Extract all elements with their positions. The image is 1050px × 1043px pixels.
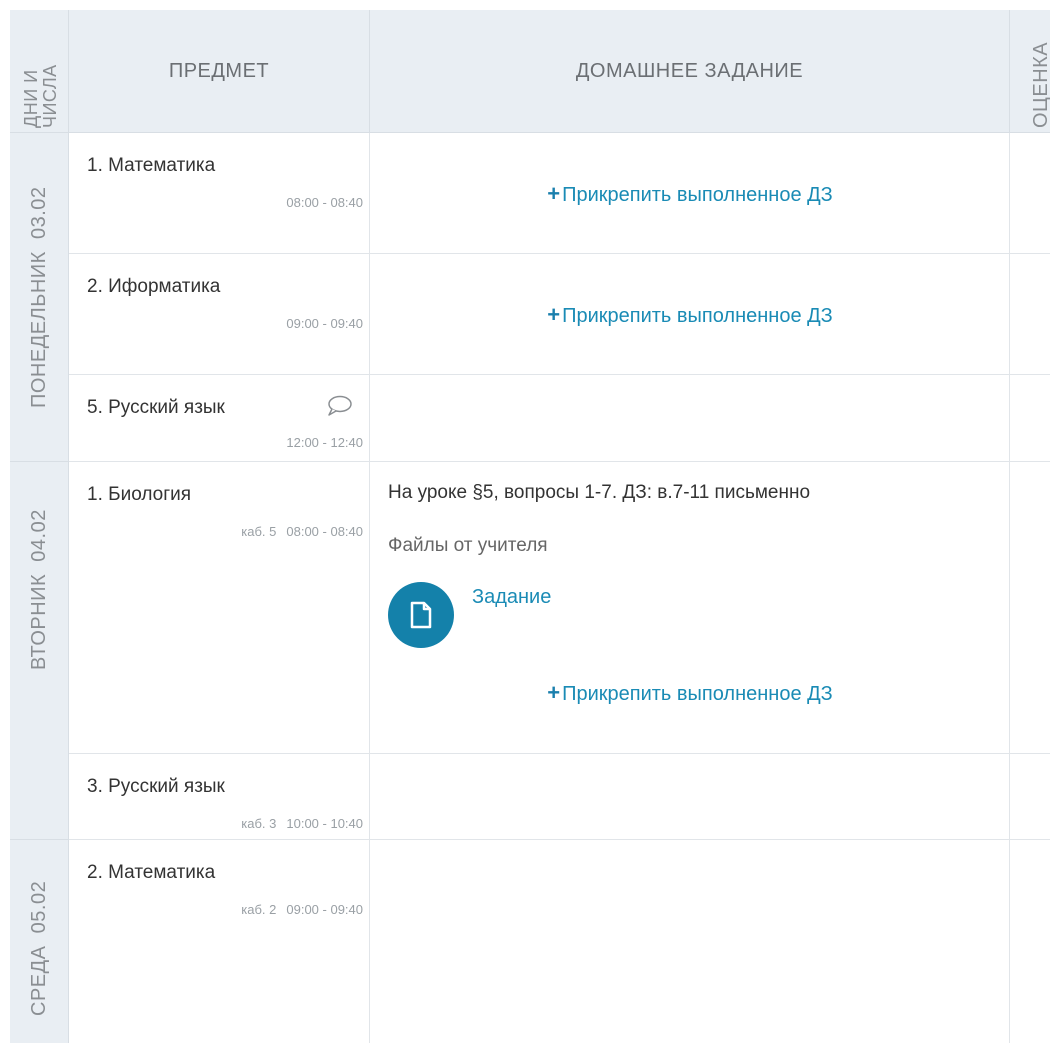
subject-cell: 5. Русский язык 12:00 - 12:40 (69, 375, 370, 461)
mark-cell (1010, 754, 1050, 839)
lesson-row: 1. Биология каб. 5 08:00 - 08:40 На уроке… (69, 462, 1050, 754)
day-wednesday: СРЕДА 05.02 (10, 840, 69, 1043)
subject-name: 3. Русский язык (87, 776, 225, 797)
header-days-cell: ДНИ И ЧИСЛА (10, 10, 69, 133)
lesson-room: каб. 5 (241, 524, 277, 539)
comment-icon[interactable] (326, 395, 352, 417)
attach-homework-link[interactable]: + Прикрепить выполненное ДЗ (370, 680, 1010, 706)
subject-cell: 3. Русский язык каб. 3 10:00 - 10:40 (69, 754, 370, 839)
plus-icon: + (547, 302, 561, 327)
header-mark-cell: ОЦЕНКА (1010, 10, 1050, 133)
file-link[interactable]: Задание (472, 586, 551, 609)
homework-cell: На уроке §5, вопросы 1-7. ДЗ: в.7-11 пис… (370, 462, 1010, 753)
subject-name: 2. Иформатика (87, 276, 221, 297)
day-tuesday-label: ВТОРНИК 04.02 (28, 509, 50, 670)
subject-name: 1. Математика (87, 155, 216, 176)
day-tuesday: ВТОРНИК 04.02 (10, 462, 69, 840)
header-mark-label: ОЦЕНКА (1030, 41, 1050, 128)
lesson-time: 09:00 - 09:40 (286, 316, 363, 331)
file-icon (410, 601, 432, 629)
lesson-room: каб. 3 (241, 816, 277, 831)
subject-cell: 2. Иформатика 09:00 - 09:40 (69, 254, 370, 374)
day-wednesday-label: СРЕДА 05.02 (28, 880, 50, 1016)
teacher-files-label: Файлы от учителя (388, 535, 548, 556)
file-icon-button[interactable] (388, 582, 454, 648)
lesson-row: 1. Математика 08:00 - 08:40 + Прикрепить … (69, 133, 1050, 254)
subject-name: 5. Русский язык (87, 397, 225, 418)
plus-icon: + (547, 181, 561, 206)
homework-cell: + Прикрепить выполненное ДЗ (370, 254, 1010, 374)
lesson-time: каб. 5 08:00 - 08:40 (241, 524, 363, 539)
lesson-time: каб. 2 09:00 - 09:40 (241, 902, 363, 917)
homework-cell (370, 375, 1010, 461)
subject-cell: 2. Математика каб. 2 09:00 - 09:40 (69, 840, 370, 1043)
mark-cell (1010, 375, 1050, 461)
lesson-time: 12:00 - 12:40 (286, 435, 363, 450)
lesson-time: 08:00 - 08:40 (286, 195, 363, 210)
subject-name: 2. Математика (87, 862, 216, 883)
mark-cell (1010, 133, 1050, 253)
header-subject-cell: ПРЕДМЕТ (69, 10, 370, 133)
homework-cell: + Прикрепить выполненное ДЗ (370, 133, 1010, 253)
plus-icon: + (547, 680, 561, 705)
lesson-time: каб. 3 10:00 - 10:40 (241, 816, 363, 831)
homework-cell (370, 754, 1010, 839)
lesson-row: 2. Математика каб. 2 09:00 - 09:40 (69, 840, 1050, 1043)
subject-cell: 1. Математика 08:00 - 08:40 (69, 133, 370, 253)
attach-homework-link[interactable]: + Прикрепить выполненное ДЗ (370, 302, 1010, 328)
lesson-room: каб. 2 (241, 902, 277, 917)
lesson-row: 5. Русский язык 12:00 - 12:40 (69, 375, 1050, 462)
mark-cell (1010, 840, 1050, 1043)
homework-cell (370, 840, 1010, 1043)
subject-name: 1. Биология (87, 484, 192, 505)
header-homework-label: ДОМАШНЕЕ ЗАДАНИЕ (575, 59, 804, 82)
header-days-label: ДНИ И ЧИСЛА (21, 64, 60, 128)
mark-cell (1010, 254, 1050, 374)
lesson-row: 3. Русский язык каб. 3 10:00 - 10:40 (69, 754, 1050, 840)
subject-cell: 1. Биология каб. 5 08:00 - 08:40 (69, 462, 370, 753)
day-monday-label: ПОНЕДЕЛЬНИК 03.02 (28, 186, 50, 408)
header-subject-label: ПРЕДМЕТ (168, 59, 270, 82)
mark-cell (1010, 462, 1050, 753)
diary-table: ДНИ И ЧИСЛА ПРЕДМЕТ ДОМАШНЕЕ ЗАДАНИЕ ОЦЕ… (0, 0, 1050, 1043)
header-homework-cell: ДОМАШНЕЕ ЗАДАНИЕ (370, 10, 1010, 133)
attach-homework-link[interactable]: + Прикрепить выполненное ДЗ (370, 181, 1010, 207)
homework-text: На уроке §5, вопросы 1-7. ДЗ: в.7-11 пис… (388, 482, 811, 503)
day-monday: ПОНЕДЕЛЬНИК 03.02 (10, 133, 69, 462)
lesson-row: 2. Иформатика 09:00 - 09:40 + Прикрепить … (69, 254, 1050, 375)
